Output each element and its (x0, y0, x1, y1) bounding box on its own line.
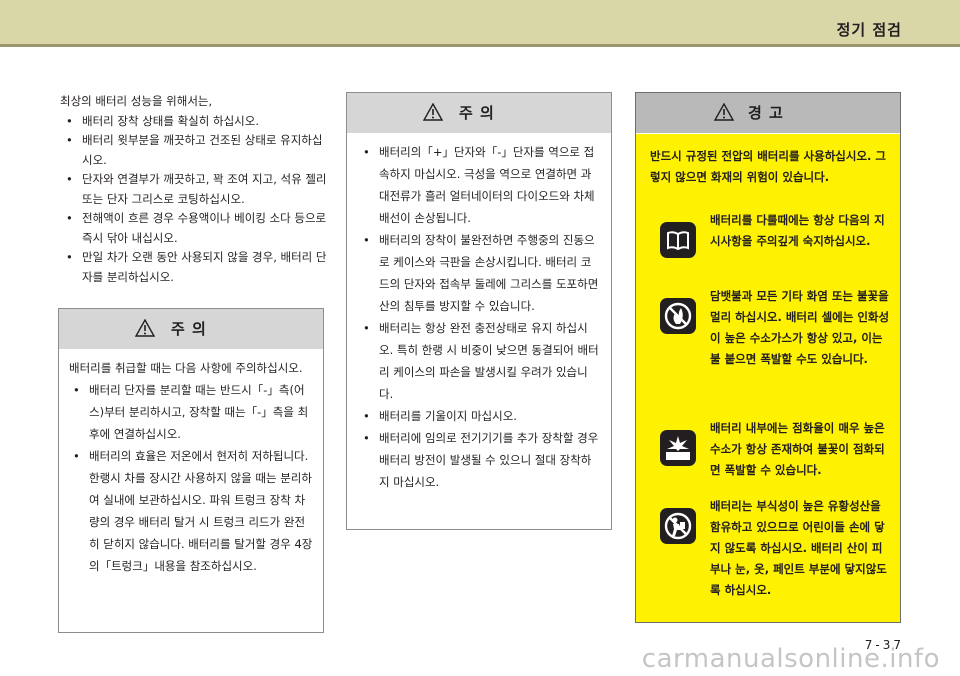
caution-list: • 배터리의「+」단자와「-」단자를 역으로 접속하지 마십시오. 극성을 역으로… (347, 133, 611, 493)
keep-away-children-icon (660, 508, 696, 544)
warning-item: 배터리 내부에는 점화율이 매우 높은 수소가 항상 존재하여 불꽃이 점화되면… (650, 418, 890, 506)
bullet-icon: • (66, 172, 73, 186)
caution-box-header: 주 의 (59, 309, 323, 349)
warning-box: 경 고 반드시 규정된 전압의 배터리를 사용하십시오. 그렇지 않으면 화재의… (635, 92, 901, 623)
list-item: • 배터리 장착 상태를 확실히 하십시오. (60, 112, 328, 132)
bullet-icon: • (363, 409, 370, 423)
warning-item-text: 배터리 내부에는 점화율이 매우 높은 수소가 항상 존재하여 불꽃이 점화되면… (710, 421, 885, 477)
caution-title: 주 의 (459, 104, 495, 122)
bullet-icon: • (66, 113, 73, 128)
header-band (0, 0, 960, 44)
warning-lead: 반드시 규정된 전압의 배터리를 사용하십시오. 그렇지 않으면 화재의 위험이… (650, 149, 886, 184)
warning-item-text: 배터리는 부식성이 높은 유황성산을 함유하고 있으므로 어린이들 손에 닿지 … (710, 499, 887, 597)
bullet-icon: • (66, 133, 73, 147)
header-rule (0, 44, 960, 47)
warning-panel: 반드시 규정된 전압의 배터리를 사용하십시오. 그렇지 않으면 화재의 위험이… (636, 134, 900, 622)
warning-item-text: 담뱃불과 모든 기타 화염 또는 불꽃을 멀리 하십시오. 배터리 셀에는 인화… (710, 289, 890, 366)
bullet-icon: • (363, 145, 370, 159)
caution-list: • 배터리 단자를 분리할 때는 반드시「-」측(어스)부터 분리하시고, 장착할… (69, 379, 313, 577)
warning-item: 배터리를 다룰때에는 항상 다음의 지시사항을 주의깊게 숙지하십시오. (650, 210, 890, 298)
list-item: • 배터리의 장착이 불완전하면 주행중의 진동으로 케이스와 극판을 손상시킵니… (357, 229, 601, 317)
list-item: • 배터리의「+」단자와「-」단자를 역으로 접속하지 마십시오. 극성을 역으로… (357, 141, 601, 229)
list-item: • 단자와 연결부가 깨끗하고, 꽉 조여 지고, 석유 젤리 또는 단자 그리스… (66, 172, 327, 206)
caution-box-header: 주 의 (347, 93, 611, 133)
explosion-icon (660, 430, 696, 466)
list-item: • 배터리에 임의로 전기기기를 추가 장착할 경우 배터리 방전이 발생될 수 … (357, 427, 601, 493)
caution-lead: 배터리를 취급할 때는 다음 사항에 주의하십시오. (69, 361, 303, 375)
intro-lead: 최상의 배터리 성능을 위해서는, (60, 94, 213, 108)
list-item: • 전해액이 흐른 경우 수용액이나 베이킹 소다 등으로 즉시 닦아 내십시오. (66, 211, 327, 245)
caution-box-installation: 주 의 • 배터리의「+」단자와「-」단자를 역으로 접속하지 마십시오. 극성을… (346, 92, 612, 530)
caution-body: 배터리를 취급할 때는 다음 사항에 주의하십시오. • 배터리 단자를 분리할 … (59, 349, 323, 577)
watermark: carmanualsonline.info (641, 644, 940, 674)
bullet-icon: • (66, 211, 73, 225)
intro-list: • 배터리 장착 상태를 확실히 하십시오. • 배터리 윗부분을 깨끗하고 건조된… (60, 112, 328, 288)
caution-title: 주 의 (171, 320, 207, 338)
intro-section: 최상의 배터리 성능을 위해서는, • 배터리 장착 상태를 확실히 하십시오. … (60, 92, 328, 287)
bullet-icon: • (363, 321, 370, 335)
section-title: 정기 점검 (836, 21, 902, 39)
warning-item: 배터리는 부식성이 높은 유황성산을 함유하고 있으므로 어린이들 손에 닿지 … (650, 496, 890, 597)
bullet-icon: • (73, 383, 80, 397)
bullet-icon: • (363, 431, 370, 445)
warning-item-text: 배터리를 다룰때에는 항상 다음의 지시사항을 주의깊게 숙지하십시오. (710, 213, 885, 248)
list-item: • 만일 차가 오랜 동안 사용되지 않을 경우, 배터리 단자를 분리하십시오. (66, 250, 327, 284)
list-item: • 배터리의 효율은 저온에서 현저히 저하됩니다. 한랭시 차를 장시간 사용하… (69, 445, 313, 577)
bullet-icon: • (363, 233, 370, 247)
caution-box-handling: 주 의 배터리를 취급할 때는 다음 사항에 주의하십시오. • 배터리 단자를 … (58, 308, 324, 633)
warning-title: 경 고 (748, 104, 784, 122)
list-item: • 배터리 단자를 분리할 때는 반드시「-」측(어스)부터 분리하시고, 장착할… (69, 379, 313, 445)
warning-triangle-icon (135, 319, 155, 337)
warning-box-header: 경 고 (636, 93, 900, 133)
list-item: • 배터리 윗부분을 깨끗하고 건조된 상태로 유지하십시오. (66, 133, 323, 167)
no-flame-icon (660, 298, 696, 334)
warning-item: 담뱃불과 모든 기타 화염 또는 불꽃을 멀리 하십시오. 배터리 셀에는 인화… (650, 286, 890, 374)
warning-triangle-icon (423, 103, 443, 121)
bullet-icon: • (66, 250, 73, 264)
manual-book-icon (660, 222, 696, 258)
warning-triangle-icon (714, 103, 734, 121)
list-item: • 배터리를 기울이지 마십시오. (357, 405, 601, 427)
bullet-icon: • (73, 449, 80, 463)
list-item: • 배터리는 항상 완전 충전상태로 유지 하십시오. 특히 한랭 시 비중이 낮… (357, 317, 601, 405)
